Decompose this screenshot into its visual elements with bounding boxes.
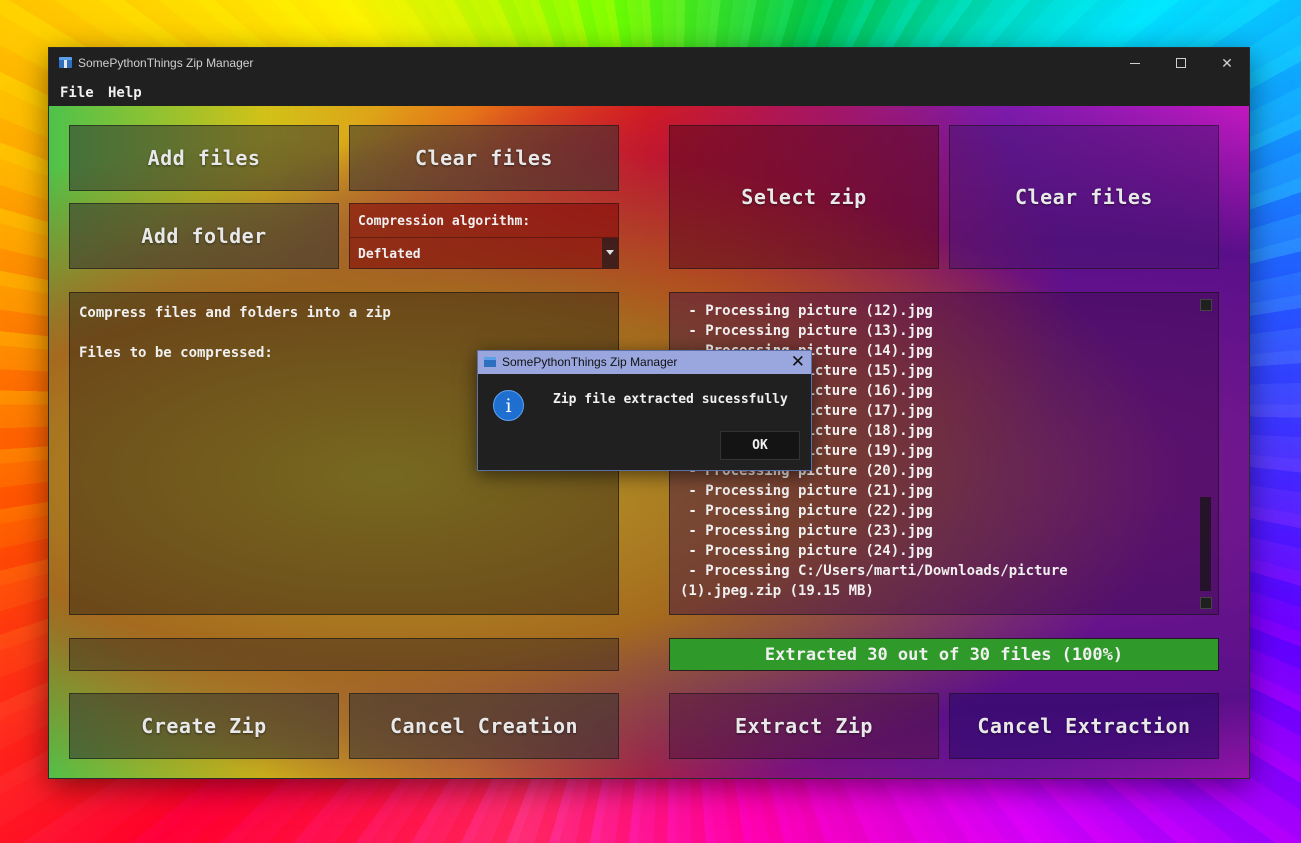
- clear-compress-files-button[interactable]: Clear files: [349, 125, 619, 191]
- minimize-button[interactable]: [1112, 48, 1158, 78]
- maximize-icon: [1176, 58, 1186, 68]
- maximize-button[interactable]: [1158, 48, 1204, 78]
- extract-progress-bar: Extracted 30 out of 30 files (100%): [669, 638, 1219, 671]
- menu-bar: File Help: [49, 78, 1249, 106]
- dialog-close-icon[interactable]: ✕: [791, 352, 805, 372]
- dialog-message: Zip file extracted sucessfully: [553, 392, 788, 407]
- message-dialog: SomePythonThings Zip Manager ✕ i Zip fil…: [477, 350, 812, 471]
- compression-algorithm-label: Compression algorithm:: [358, 214, 531, 229]
- dialog-title: SomePythonThings Zip Manager: [502, 355, 678, 369]
- chevron-down-icon[interactable]: [602, 238, 618, 268]
- close-icon: ✕: [1221, 54, 1233, 71]
- app-icon: [484, 357, 496, 367]
- scroll-thumb[interactable]: [1200, 497, 1211, 591]
- compress-info-text: Compress files and folders into a zip Fi…: [79, 305, 391, 361]
- title-bar[interactable]: SomePythonThings Zip Manager ✕: [49, 48, 1249, 78]
- add-folder-button[interactable]: Add folder: [69, 203, 339, 269]
- compress-progress-bar: [69, 638, 619, 671]
- dialog-title-bar[interactable]: SomePythonThings Zip Manager ✕: [478, 351, 811, 374]
- scroll-down-button[interactable]: [1200, 597, 1212, 609]
- ok-button[interactable]: OK: [720, 431, 800, 460]
- menu-file[interactable]: File: [60, 85, 94, 101]
- clear-extract-files-button[interactable]: Clear files: [949, 125, 1219, 269]
- compression-algorithm-value: Deflated: [358, 247, 421, 262]
- app-icon: [59, 57, 72, 68]
- select-zip-button[interactable]: Select zip: [669, 125, 939, 269]
- scroll-up-button[interactable]: [1200, 299, 1212, 311]
- log-scrollbar[interactable]: [1200, 299, 1212, 609]
- add-files-button[interactable]: Add files: [69, 125, 339, 191]
- info-icon: i: [493, 390, 524, 421]
- compression-algorithm-group: Compression algorithm: Deflated: [349, 203, 619, 269]
- cancel-extraction-button[interactable]: Cancel Extraction: [949, 693, 1219, 759]
- minimize-icon: [1130, 62, 1140, 64]
- compression-algorithm-select[interactable]: Deflated: [350, 237, 618, 268]
- create-zip-button[interactable]: Create Zip: [69, 693, 339, 759]
- cancel-creation-button[interactable]: Cancel Creation: [349, 693, 619, 759]
- extract-progress-text: Extracted 30 out of 30 files (100%): [764, 644, 1124, 665]
- extract-zip-button[interactable]: Extract Zip: [669, 693, 939, 759]
- close-button[interactable]: ✕: [1204, 48, 1250, 78]
- menu-help[interactable]: Help: [108, 85, 142, 101]
- window-title: SomePythonThings Zip Manager: [78, 56, 254, 70]
